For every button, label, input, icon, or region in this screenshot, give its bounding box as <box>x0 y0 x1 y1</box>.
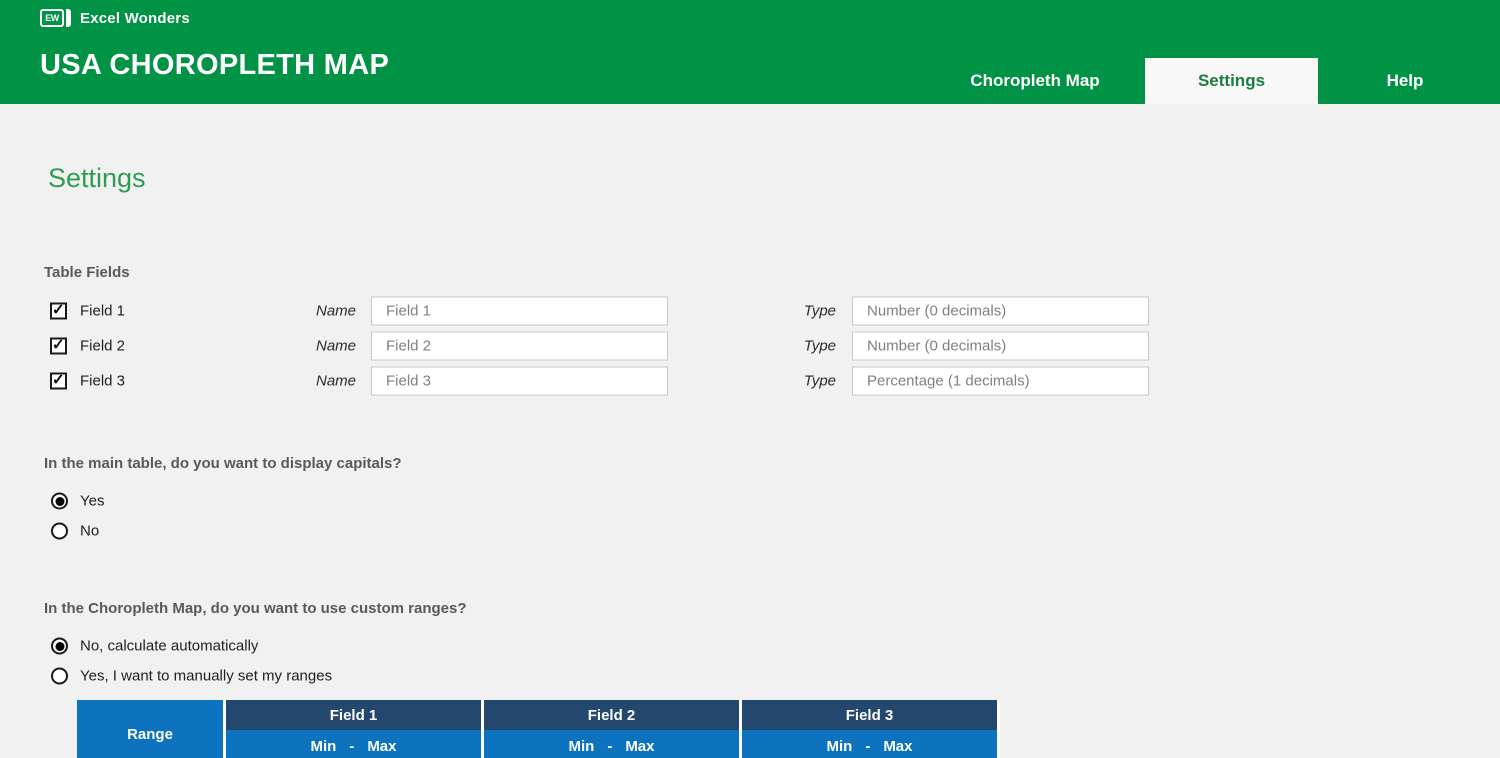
ranges-option-manual: Yes, I want to manually set my ranges <box>0 666 600 686</box>
name-label: Name <box>280 337 356 354</box>
ranges-field-2-group: Field 2 Min - Max <box>484 700 739 758</box>
ranges-field-1-group: Field 1 Min - Max <box>226 700 481 758</box>
tab-bar: Choropleth Map Settings Help <box>925 58 1492 104</box>
tab-choropleth-map[interactable]: Choropleth Map <box>925 58 1145 104</box>
ranges-field-1-minmax: Min - Max <box>226 730 481 758</box>
ranges-auto-label[interactable]: No, calculate automatically <box>80 638 258 655</box>
type-label: Type <box>760 302 836 319</box>
brand: EW Excel Wonders <box>40 9 190 27</box>
capitals-question: In the main table, do you want to displa… <box>44 455 402 472</box>
field-row-3: ✓ Field 3 Name Type <box>0 363 1500 398</box>
ranges-field-2-minmax: Min - Max <box>484 730 739 758</box>
table-fields-section-label: Table Fields <box>44 264 130 281</box>
logo-ew-box: EW <box>40 9 64 27</box>
minmax-dash: - <box>607 738 612 755</box>
type-label: Type <box>760 337 836 354</box>
field-row-2: ✓ Field 2 Name Type <box>0 328 1500 363</box>
capitals-option-yes: Yes <box>0 491 600 511</box>
field-3-checkbox-label[interactable]: Field 3 <box>80 372 125 389</box>
minmax-dash: - <box>349 738 354 755</box>
field-2-checkbox[interactable]: ✓ <box>50 337 67 354</box>
ranges-field-3-group: Field 3 Min - Max <box>742 700 997 758</box>
capitals-no-label[interactable]: No <box>80 523 99 540</box>
app-header: EW Excel Wonders USA CHOROPLETH MAP Chor… <box>0 0 1500 104</box>
max-header: Max <box>883 738 912 755</box>
field-2-checkbox-label[interactable]: Field 2 <box>80 337 125 354</box>
radio-dot-icon <box>55 642 64 651</box>
page-header-title: USA CHOROPLETH MAP <box>40 49 389 82</box>
ranges-field-3-minmax: Min - Max <box>742 730 997 758</box>
app-window: EW Excel Wonders USA CHOROPLETH MAP Chor… <box>0 0 1500 758</box>
ranges-question: In the Choropleth Map, do you want to us… <box>44 600 467 617</box>
ranges-field-3-header: Field 3 <box>742 700 997 730</box>
name-label: Name <box>280 302 356 319</box>
custom-ranges-table: Range Field 1 Min - Max Field 2 Min - Ma… <box>77 700 1000 758</box>
field-3-type-input[interactable] <box>852 366 1149 395</box>
logo-page-bar <box>66 9 71 27</box>
table-fields-rows: ✓ Field 1 Name Type ✓ Field 2 Name Type … <box>0 293 1500 398</box>
ranges-field-1-header: Field 1 <box>226 700 481 730</box>
field-row-1: ✓ Field 1 Name Type <box>0 293 1500 328</box>
brand-name: Excel Wonders <box>80 10 190 27</box>
tab-settings[interactable]: Settings <box>1145 58 1318 104</box>
checkmark-icon: ✓ <box>52 301 65 318</box>
tab-help[interactable]: Help <box>1318 58 1492 104</box>
radio-dot-icon <box>55 497 64 506</box>
field-1-name-input[interactable] <box>371 296 668 325</box>
field-2-name-input[interactable] <box>371 331 668 360</box>
capitals-option-no: No <box>0 521 600 541</box>
type-label: Type <box>760 372 836 389</box>
field-3-checkbox[interactable]: ✓ <box>50 372 67 389</box>
max-header: Max <box>367 738 396 755</box>
ranges-manual-label[interactable]: Yes, I want to manually set my ranges <box>80 668 332 685</box>
range-column-header: Range <box>77 700 223 758</box>
capitals-yes-radio[interactable] <box>51 493 68 510</box>
checkmark-icon: ✓ <box>52 371 65 388</box>
ranges-manual-radio[interactable] <box>51 668 68 685</box>
checkmark-icon: ✓ <box>52 336 65 353</box>
minmax-dash: - <box>865 738 870 755</box>
field-1-checkbox-label[interactable]: Field 1 <box>80 302 125 319</box>
capitals-no-radio[interactable] <box>51 523 68 540</box>
ranges-auto-radio[interactable] <box>51 638 68 655</box>
field-1-checkbox[interactable]: ✓ <box>50 302 67 319</box>
page-title: Settings <box>48 163 146 194</box>
min-header: Min <box>826 738 852 755</box>
field-1-type-input[interactable] <box>852 296 1149 325</box>
min-header: Min <box>568 738 594 755</box>
excel-wonders-logo-icon: EW <box>40 9 71 27</box>
ranges-option-auto: No, calculate automatically <box>0 636 600 656</box>
capitals-yes-label[interactable]: Yes <box>80 493 104 510</box>
max-header: Max <box>625 738 654 755</box>
field-3-name-input[interactable] <box>371 366 668 395</box>
field-2-type-input[interactable] <box>852 331 1149 360</box>
ranges-field-2-header: Field 2 <box>484 700 739 730</box>
name-label: Name <box>280 372 356 389</box>
min-header: Min <box>310 738 336 755</box>
